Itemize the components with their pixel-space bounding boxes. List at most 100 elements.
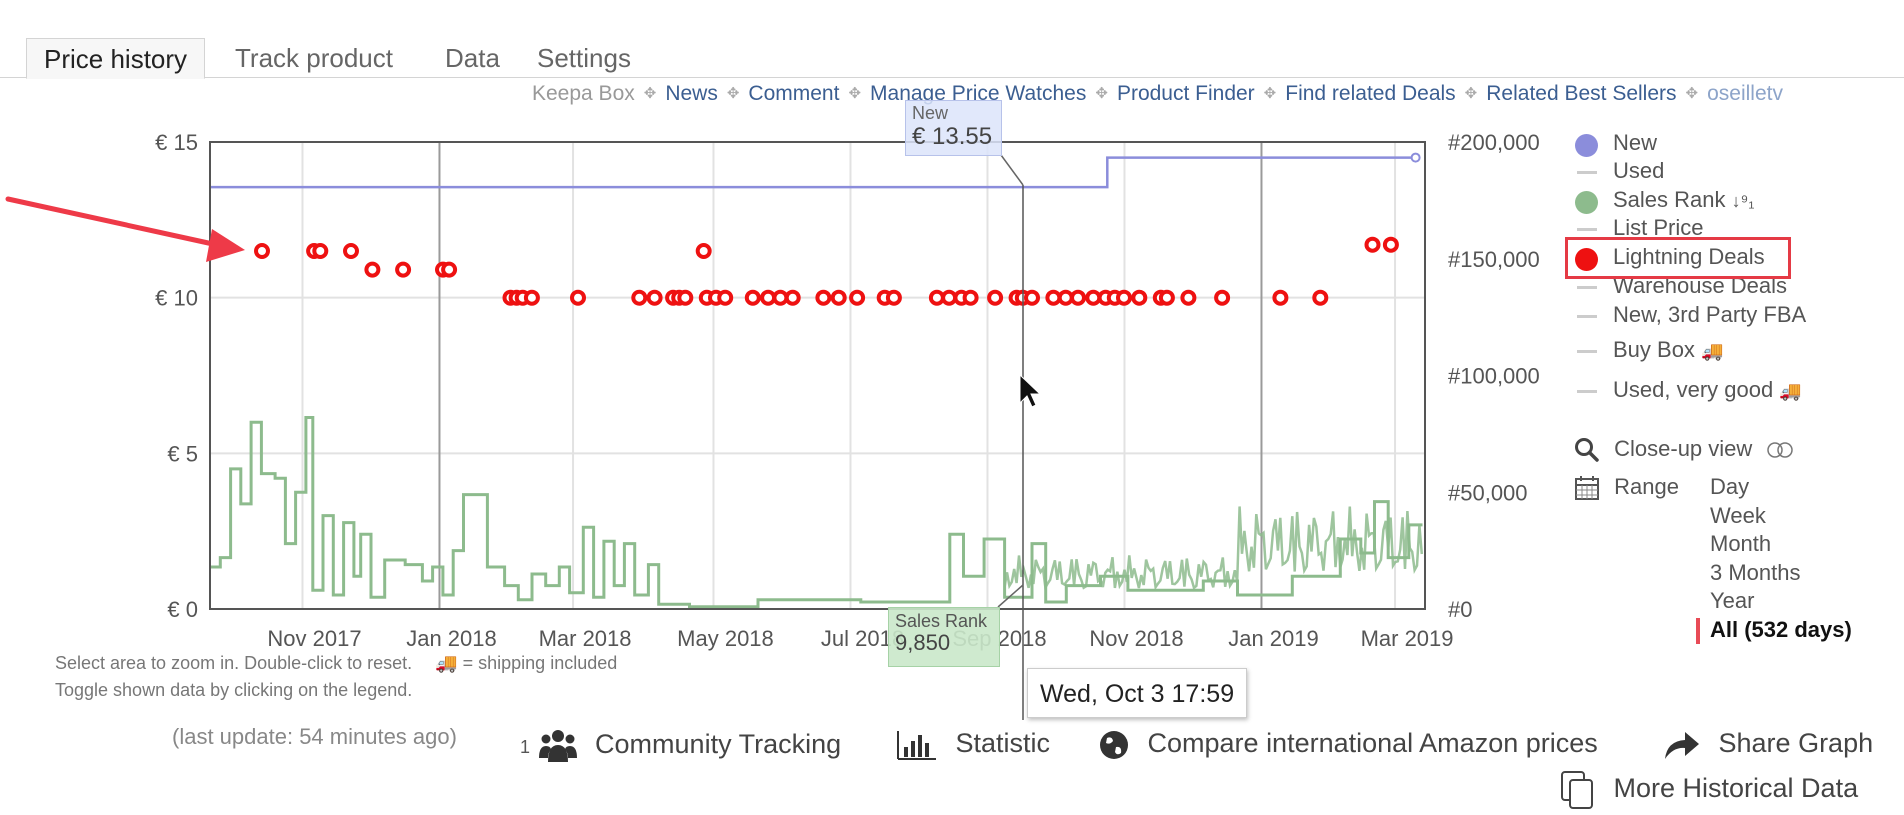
- compare-international-prices-link[interactable]: Compare international Amazon prices: [1098, 728, 1598, 761]
- lightning-deal-point: [1085, 289, 1102, 306]
- x-tick-label: Nov 2018: [1089, 626, 1183, 651]
- closeup-view-label: Close-up view: [1614, 436, 1753, 461]
- shipping-truck-icon: 🚚: [1701, 341, 1724, 361]
- lightning-deal-point: [784, 289, 801, 306]
- lightning-deal-point: [1312, 289, 1329, 306]
- lightning-deal-point: [1382, 236, 1399, 253]
- share-arrow-icon: [1665, 731, 1699, 759]
- statistic-link[interactable]: Statistic: [896, 728, 1050, 761]
- share-graph-label: Share Graph: [1718, 728, 1874, 758]
- lightning-deal-point: [570, 289, 586, 306]
- range-option-all[interactable]: All (532 days): [1710, 617, 1852, 643]
- compare-label: Compare international Amazon prices: [1147, 728, 1598, 758]
- y-right-tick-label: #150,000: [1448, 247, 1540, 272]
- legend-dash-icon: [1577, 228, 1597, 231]
- lightning-deal-point: [962, 289, 979, 306]
- closeup-view-control[interactable]: Close-up view: [1574, 436, 1796, 463]
- lightning-deal-point: [646, 289, 663, 306]
- lightning-deal-point: [1116, 289, 1132, 306]
- lightning-deal-point: [1024, 289, 1040, 306]
- x-tick-label: Jan 2019: [1228, 626, 1319, 651]
- lightning-deal-point: [1045, 289, 1062, 306]
- legend-label-wrap: Used, very good 🚚: [1613, 377, 1802, 403]
- new-price-tooltip: New € 13.55: [905, 100, 1002, 156]
- zoom-hint: Select area to zoom in. Double-click to …: [55, 653, 617, 674]
- legend-dash-icon: [1577, 315, 1597, 318]
- lightning-deal-point: [717, 289, 734, 306]
- y-right-tick-label: #50,000: [1448, 480, 1528, 505]
- range-option-3-months[interactable]: 3 Months: [1710, 560, 1801, 586]
- y-right-tick-label: #100,000: [1448, 364, 1540, 389]
- legend-label: Sales Rank: [1613, 187, 1726, 212]
- community-count: 1: [520, 737, 531, 758]
- lightning-deal-point: [987, 289, 1004, 306]
- lightning-deals-series: [254, 236, 1399, 306]
- y-left-tick-label: € 15: [155, 130, 198, 155]
- range-option-week[interactable]: Week: [1710, 503, 1766, 529]
- tooltip-value: € 13.55: [912, 123, 993, 150]
- legend-label-wrap: Buy Box 🚚: [1613, 337, 1723, 363]
- share-graph-link[interactable]: Share Graph: [1663, 728, 1873, 761]
- x-tick-label: Nov 2017: [267, 626, 361, 651]
- lightning-deal-point: [772, 289, 789, 306]
- tooltip-connector: [1000, 154, 1024, 186]
- lightning-deal-point: [1364, 236, 1381, 253]
- lightning-deal-point: [941, 289, 958, 306]
- statistic-label: Statistic: [955, 728, 1051, 758]
- lightning-deal-point: [1214, 289, 1231, 306]
- axis-labels: € 0 € 5 € 10 € 15 #0 #50,000 #100,000 #150,000 #…: [155, 130, 1540, 651]
- range-control: Range: [1574, 474, 1679, 501]
- range-option-year[interactable]: Year: [1710, 588, 1754, 614]
- lightning-deal-point: [364, 261, 381, 278]
- range-option-day[interactable]: Day: [1710, 474, 1749, 500]
- x-tick-label: Jan 2018: [406, 626, 497, 651]
- last-update-text: (last update: 54 minutes ago): [172, 724, 457, 749]
- lightning-deal-point: [849, 289, 866, 306]
- lightning-deal-point: [343, 243, 359, 259]
- lightning-deal-point: [885, 289, 902, 306]
- legend-dash-icon: [1577, 171, 1597, 174]
- magnifier-icon: [1575, 438, 1599, 462]
- new-price-series: [210, 152, 1421, 189]
- legend-dot-icon: [1575, 134, 1598, 157]
- y-right-tick-label: #0: [1448, 597, 1472, 622]
- calendar-icon: [1575, 476, 1599, 501]
- y-left-tick-label: € 5: [167, 441, 198, 466]
- legend-label: Buy Box: [1613, 337, 1695, 362]
- legend-dash-icon: [1577, 286, 1597, 289]
- y-right-tick-label: #200,000: [1448, 130, 1540, 155]
- range-selected-indicator: [1696, 618, 1700, 644]
- range-option-month[interactable]: Month: [1710, 531, 1771, 557]
- legend-hint: Toggle shown data by clicking on the leg…: [55, 680, 413, 700]
- crosshair-date-label: Wed, Oct 3 17:59: [1027, 668, 1248, 718]
- lightning-deal-point: [1131, 289, 1148, 306]
- lightning-deals-highlight-box: [1565, 237, 1791, 279]
- lightning-deal-point: [1057, 289, 1074, 306]
- community-tracking-label: Community Tracking: [595, 729, 842, 760]
- community-tracking-link[interactable]: 1 Community Tracking: [520, 728, 841, 764]
- legend-label: Used, very good: [1613, 377, 1774, 402]
- lightning-deal-point: [312, 243, 329, 259]
- toggle-switch-icon[interactable]: [1766, 441, 1796, 459]
- lightning-deal-point: [815, 289, 832, 306]
- tooltip-title: New: [912, 103, 949, 123]
- lightning-deal-point: [695, 243, 712, 259]
- lightning-deal-point: [395, 261, 412, 278]
- lightning-deal-point: [830, 289, 847, 306]
- zoom-hint-text: Select area to zoom in. Double-click to …: [55, 653, 413, 673]
- more-historical-data-link[interactable]: More Historical Data: [1560, 770, 1858, 810]
- tooltip-title: Sales Rank: [895, 611, 988, 631]
- more-historical-data-label: More Historical Data: [1613, 773, 1859, 804]
- legend-label: New, 3rd Party FBA: [1613, 302, 1807, 327]
- lightning-deal-point: [254, 243, 270, 259]
- x-tick-label: Mar 2018: [539, 626, 632, 651]
- range-label: Range: [1614, 474, 1679, 499]
- globe-icon: [1100, 730, 1128, 759]
- users-group-icon: [538, 730, 577, 762]
- lightning-deal-point: [760, 289, 777, 306]
- sort-descending-icon[interactable]: ↓⁹₁: [1732, 191, 1755, 211]
- shipping-truck-icon: 🚚: [1779, 381, 1802, 401]
- lightning-deal-point: [441, 261, 458, 278]
- x-tick-label: Mar 2019: [1361, 626, 1454, 651]
- shipping-truck-icon: 🚚: [435, 653, 458, 673]
